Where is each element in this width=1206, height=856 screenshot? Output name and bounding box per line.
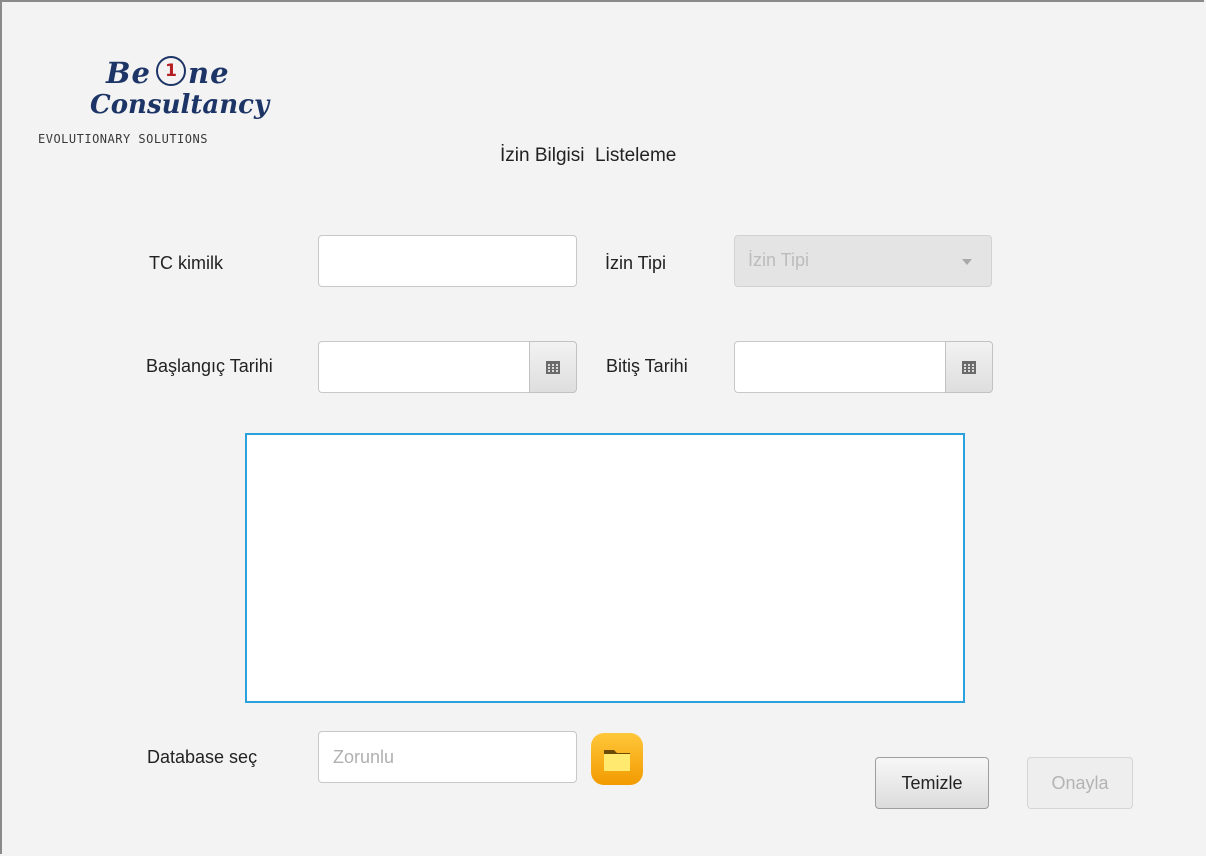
baslangic-tarihi-datepicker: [318, 341, 577, 393]
izin-tipi-prompt: İzin Tipi: [748, 250, 810, 270]
bitis-tarihi-label: Bitiş Tarihi: [606, 356, 688, 376]
izin-tipi-select[interactable]: İzin Tipi: [734, 235, 992, 287]
bitis-tarihi-input[interactable]: [734, 341, 946, 393]
database-path-input[interactable]: [318, 731, 577, 783]
bitis-tarihi-datepicker: [734, 341, 993, 393]
chevron-down-icon: [962, 259, 972, 265]
logo-consultancy-text: Consultancy: [90, 90, 270, 120]
izin-tipi-label: İzin Tipi: [605, 253, 667, 273]
calendar-icon: [962, 361, 976, 374]
logo-one-circle: 1: [156, 56, 186, 86]
bitis-calendar-button[interactable]: [945, 341, 993, 393]
logo-be-text: Be: [106, 56, 151, 90]
calendar-icon: [546, 361, 560, 374]
results-text-area[interactable]: [245, 433, 965, 703]
logo-tagline: EVOLUTIONARY SOLUTIONS: [38, 132, 208, 146]
page-title: İzin Bilgisi Listeleme: [500, 145, 677, 166]
folder-icon: [591, 733, 643, 785]
logo-ne-text: ne: [188, 56, 230, 90]
tc-kimlik-label: TC kimilk: [149, 253, 223, 273]
confirm-button[interactable]: Onayla: [1027, 757, 1133, 809]
company-logo: Be 1 ne Consultancy EVOLUTIONARY SOLUTIO…: [38, 52, 338, 152]
browse-database-button[interactable]: [590, 732, 644, 786]
database-sec-label: Database seç: [147, 747, 258, 767]
baslangic-tarihi-input[interactable]: [318, 341, 530, 393]
tc-kimlik-input[interactable]: [318, 235, 577, 287]
baslangic-tarihi-label: Başlangıç Tarihi: [146, 356, 273, 376]
clear-button[interactable]: Temizle: [875, 757, 989, 809]
baslangic-calendar-button[interactable]: [529, 341, 577, 393]
